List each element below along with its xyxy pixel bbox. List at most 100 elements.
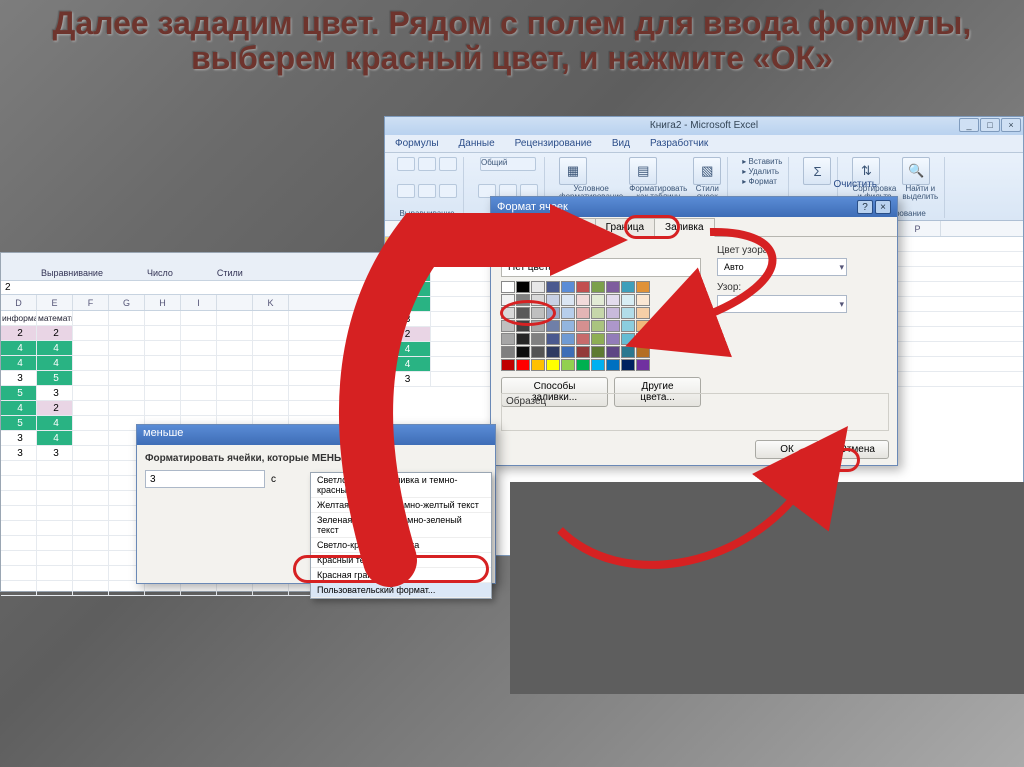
color-swatch[interactable] <box>621 320 635 332</box>
color-swatch[interactable] <box>606 281 620 293</box>
less-value-input[interactable] <box>145 470 265 488</box>
color-swatch[interactable] <box>591 320 605 332</box>
excel-ribbon-tabs[interactable]: Формулы Данные Рецензирование Вид Разраб… <box>385 135 1023 153</box>
color-swatch[interactable] <box>501 294 515 306</box>
color-swatch[interactable] <box>576 320 590 332</box>
color-swatch[interactable] <box>546 359 560 371</box>
autosum-icon[interactable]: Σ <box>803 157 831 185</box>
color-swatch[interactable] <box>621 294 635 306</box>
color-swatch[interactable] <box>561 281 575 293</box>
color-swatch[interactable] <box>516 307 530 319</box>
color-swatch[interactable] <box>561 333 575 345</box>
color-swatch[interactable] <box>636 281 650 293</box>
pattern-combo[interactable] <box>717 295 847 313</box>
tab-border[interactable]: Граница <box>595 218 655 237</box>
color-swatch[interactable] <box>606 294 620 306</box>
color-swatch[interactable] <box>546 294 560 306</box>
format-cells[interactable]: ▸ Формат <box>742 177 782 186</box>
color-swatch[interactable] <box>636 333 650 345</box>
dropdown-opt[interactable]: Зеленая заливка и темно-зеленый текст <box>311 513 491 538</box>
color-swatch[interactable] <box>501 346 515 358</box>
color-swatch[interactable] <box>591 359 605 371</box>
close-icon[interactable]: × <box>1001 118 1021 132</box>
delete-cells[interactable]: ▸ Удалить <box>742 167 782 176</box>
dropdown-opt-selected[interactable]: Пользовательский формат... <box>311 583 491 598</box>
color-swatch[interactable] <box>636 346 650 358</box>
tab-number[interactable]: Число <box>491 218 542 237</box>
color-swatch[interactable] <box>636 307 650 319</box>
dropdown-opt[interactable]: Светло-красная заливка и темно-красный т… <box>311 473 491 498</box>
insert-cells[interactable]: ▸ Вставить <box>742 157 782 166</box>
color-swatch[interactable] <box>606 333 620 345</box>
color-swatch[interactable] <box>546 307 560 319</box>
color-swatch[interactable] <box>591 346 605 358</box>
dropdown-opt[interactable]: Светло-красная заливка <box>311 538 491 553</box>
color-swatch[interactable] <box>531 346 545 358</box>
dropdown-opt[interactable]: Красная граница <box>311 568 491 583</box>
color-swatch[interactable] <box>501 320 515 332</box>
color-swatch[interactable] <box>516 294 530 306</box>
color-swatch[interactable] <box>621 307 635 319</box>
tab-data[interactable]: Данные <box>449 135 505 152</box>
dropdown-opt[interactable]: Красный текст <box>311 553 491 568</box>
color-swatch[interactable] <box>561 307 575 319</box>
cond-format-icon[interactable]: ▦ <box>559 157 587 185</box>
find-select-icon[interactable]: 🔍 <box>902 157 930 185</box>
dropdown-opt[interactable]: Желтая заливка и темно-желтый текст <box>311 498 491 513</box>
cancel-button[interactable]: Отмена <box>825 440 889 459</box>
cell-styles-icon[interactable]: ▧ <box>693 157 721 185</box>
format-dropdown[interactable]: Светло-красная заливка и темно-красный т… <box>310 472 492 599</box>
color-swatch[interactable] <box>531 281 545 293</box>
color-swatch[interactable] <box>576 281 590 293</box>
tab-formulas[interactable]: Формулы <box>385 135 449 152</box>
pattern-color-combo[interactable]: Авто <box>717 258 847 276</box>
color-swatch[interactable] <box>531 294 545 306</box>
color-swatch[interactable] <box>576 359 590 371</box>
color-swatch[interactable] <box>546 346 560 358</box>
color-swatch[interactable] <box>531 320 545 332</box>
color-swatch[interactable] <box>576 346 590 358</box>
color-swatch[interactable] <box>546 320 560 332</box>
color-swatch[interactable] <box>606 359 620 371</box>
color-swatch[interactable] <box>606 307 620 319</box>
tab-view[interactable]: Вид <box>602 135 640 152</box>
color-swatch[interactable] <box>576 307 590 319</box>
no-color-option[interactable]: Нет цвета <box>501 258 701 277</box>
color-swatch[interactable] <box>531 307 545 319</box>
color-swatch[interactable] <box>621 281 635 293</box>
color-swatch[interactable] <box>621 346 635 358</box>
color-swatch[interactable] <box>516 281 530 293</box>
color-swatch[interactable] <box>516 333 530 345</box>
color-swatch[interactable] <box>501 333 515 345</box>
tab-developer[interactable]: Разработчик <box>640 135 718 152</box>
color-swatch[interactable] <box>531 333 545 345</box>
color-swatch[interactable] <box>591 281 605 293</box>
color-swatch[interactable] <box>636 294 650 306</box>
ok-button[interactable]: ОК <box>755 440 819 459</box>
color-swatch[interactable] <box>576 333 590 345</box>
minimize-icon[interactable]: _ <box>959 118 979 132</box>
color-swatch[interactable] <box>546 281 560 293</box>
color-swatch[interactable] <box>501 307 515 319</box>
format-table-icon[interactable]: ▤ <box>629 157 657 185</box>
color-swatch[interactable] <box>501 281 515 293</box>
color-swatch[interactable] <box>621 333 635 345</box>
color-swatch[interactable] <box>561 294 575 306</box>
color-swatches[interactable] <box>501 281 701 371</box>
color-swatch[interactable] <box>636 359 650 371</box>
tab-fill[interactable]: Заливка <box>654 218 715 237</box>
color-swatch[interactable] <box>636 320 650 332</box>
color-swatch[interactable] <box>561 359 575 371</box>
color-swatch[interactable] <box>591 294 605 306</box>
color-swatch[interactable] <box>576 294 590 306</box>
color-swatch[interactable] <box>591 333 605 345</box>
maximize-icon[interactable]: □ <box>980 118 1000 132</box>
color-swatch[interactable] <box>501 359 515 371</box>
color-swatch[interactable] <box>591 307 605 319</box>
tab-review[interactable]: Рецензирование <box>505 135 602 152</box>
color-swatch[interactable] <box>531 359 545 371</box>
color-swatch[interactable] <box>546 333 560 345</box>
close-icon[interactable]: × <box>875 200 891 214</box>
color-swatch[interactable] <box>516 359 530 371</box>
color-swatch[interactable] <box>561 320 575 332</box>
